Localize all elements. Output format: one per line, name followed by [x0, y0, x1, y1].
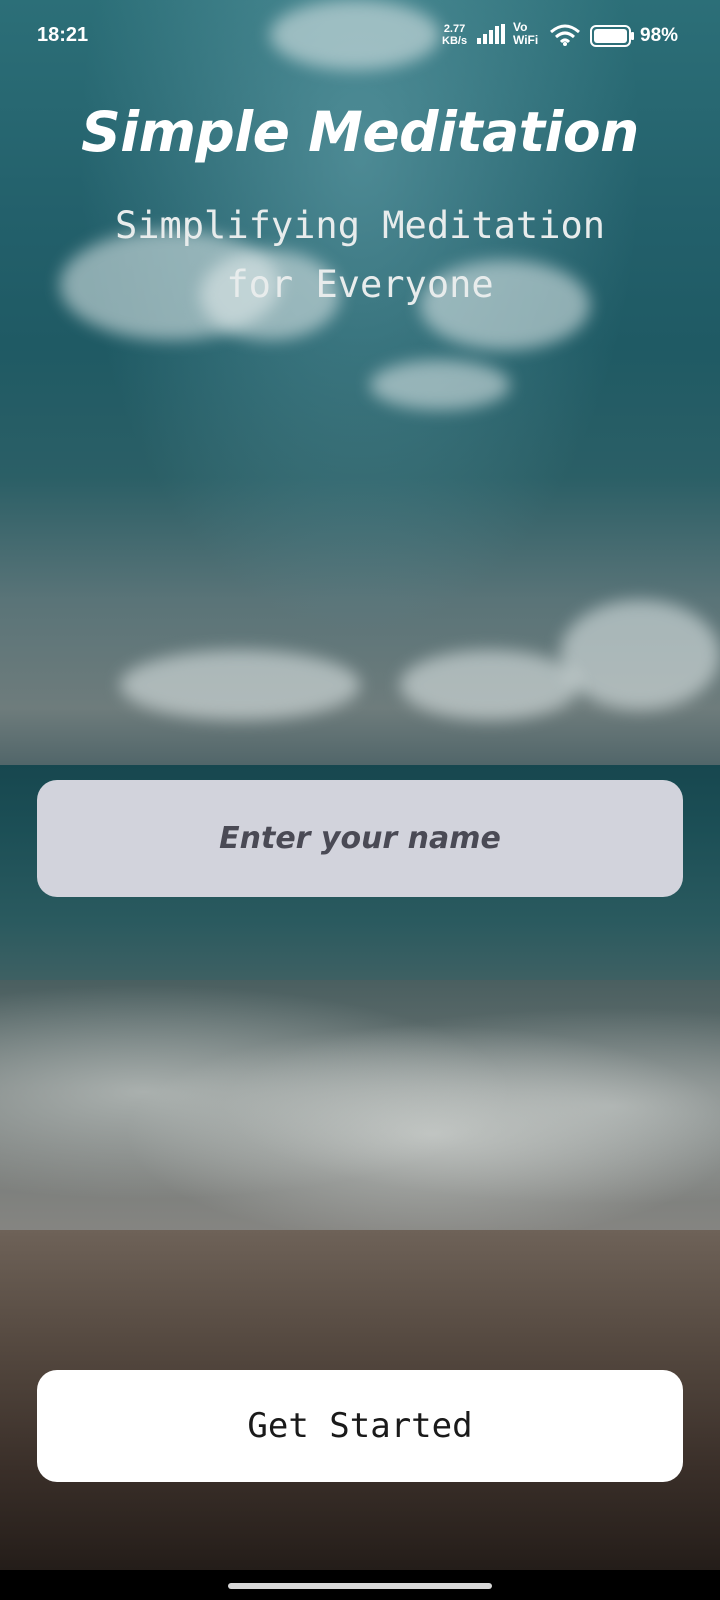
background-foam: [0, 980, 720, 1260]
home-indicator[interactable]: [228, 1583, 492, 1589]
name-input[interactable]: [37, 779, 683, 898]
network-speed-value: 2.77: [443, 23, 466, 35]
cloud: [120, 650, 360, 720]
vowifi-indicator: Vo WiFi: [513, 21, 538, 47]
network-speed: 2.77 KB/s: [442, 23, 467, 47]
vowifi-bottom: WiFi: [513, 33, 539, 47]
wifi-icon: [550, 24, 580, 46]
status-bar: 18:21 2.77 KB/s Vo WiFi 98%: [0, 0, 720, 70]
name-field[interactable]: [37, 779, 683, 898]
subtitle-line-1: Simplifying Meditation: [114, 204, 606, 247]
subtitle-line-2: for Everyone: [226, 263, 494, 306]
cloud: [370, 360, 510, 410]
cloud: [560, 600, 720, 710]
app-title: Simple Meditation: [81, 100, 639, 164]
get-started-button[interactable]: Get Started: [37, 1370, 683, 1482]
signal-icon: [477, 24, 505, 44]
network-speed-unit: KB/s: [442, 35, 468, 47]
battery-percent: 98%: [640, 25, 679, 46]
cloud: [400, 650, 580, 720]
status-time: 18:21: [37, 24, 89, 46]
app-screen: 18:21 2.77 KB/s Vo WiFi 98% Simple Medit…: [0, 0, 720, 1600]
app-subtitle: Simplifying Meditation for Everyone: [40, 196, 680, 314]
battery-icon: [590, 25, 634, 47]
